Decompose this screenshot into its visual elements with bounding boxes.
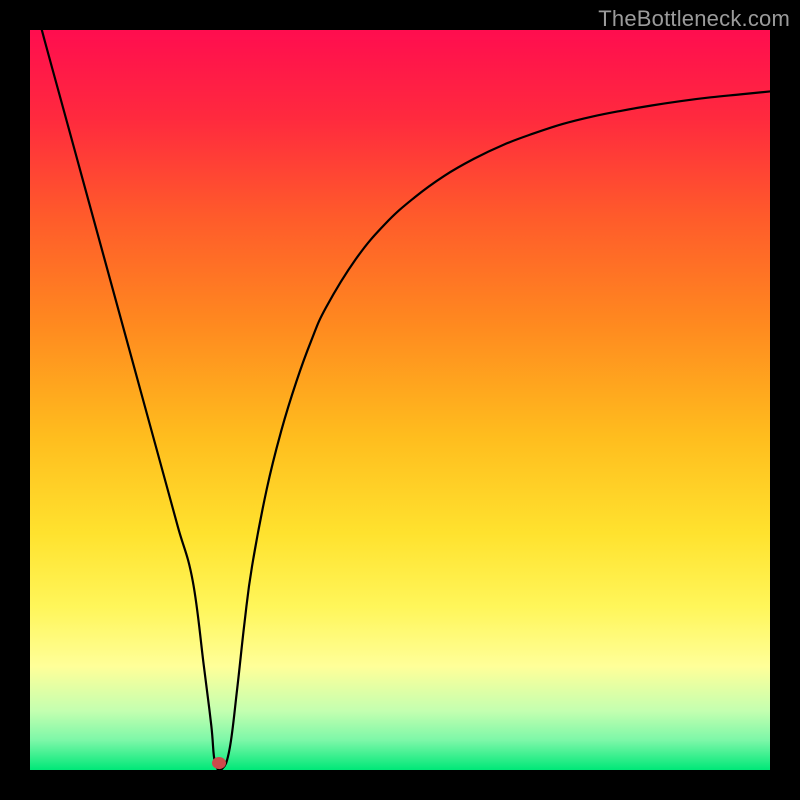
plot-area [30, 30, 770, 770]
curve-layer [30, 30, 770, 770]
chart-frame: TheBottleneck.com [0, 0, 800, 800]
bottleneck-curve [30, 30, 770, 770]
watermark-text: TheBottleneck.com [598, 6, 790, 32]
optimum-marker [212, 757, 226, 769]
